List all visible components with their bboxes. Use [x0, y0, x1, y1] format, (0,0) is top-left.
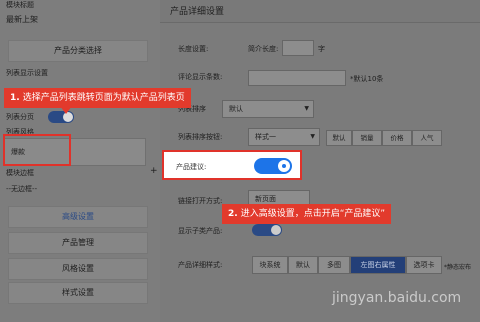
add-icon[interactable]: +: [150, 166, 158, 176]
border-value[interactable]: --无边框--: [6, 184, 37, 194]
chevron-down-icon: ▼: [310, 133, 315, 140]
comment-count-hint: *默认10条: [350, 75, 384, 83]
detail-style-block[interactable]: 块系统: [252, 256, 288, 274]
chevron-down-icon: ▼: [304, 105, 309, 112]
step1-number: 1.: [10, 93, 20, 103]
detail-style-hint: *静态宏布: [444, 264, 472, 271]
step2-callout: 2. 进入高级设置，点击开启“产品建议”: [222, 204, 392, 224]
step1-arrow: [60, 106, 72, 114]
comment-count-input[interactable]: [248, 70, 346, 86]
module-title-label: 模块标题: [6, 1, 34, 9]
show-subcat-label: 显示子类产品:: [178, 227, 223, 235]
link-open-label: 链接打开方式:: [178, 197, 223, 205]
sort-style-select[interactable]: 样式一 ▼: [248, 128, 320, 146]
category-select-button[interactable]: 产品分类选择: [8, 40, 148, 62]
sort-btn-price[interactable]: 价格: [382, 130, 412, 146]
detail-style-left-image[interactable]: 左图右属性: [350, 256, 406, 274]
list-sort-select[interactable]: 默认 ▼: [222, 100, 314, 118]
show-subcat-toggle[interactable]: [252, 224, 282, 236]
step2-number: 2.: [228, 209, 238, 219]
list-paging-label: 列表分页: [6, 113, 34, 121]
detail-style-default[interactable]: 默认: [288, 256, 318, 274]
comment-count-label: 评论显示条数:: [178, 73, 223, 81]
list-sort-value: 默认: [229, 105, 243, 113]
length-label: 长度设置:: [178, 45, 209, 53]
detail-style-multi-image[interactable]: 多图: [318, 256, 350, 274]
detail-style-tabs[interactable]: 选项卡: [406, 256, 442, 274]
sort-btn-default[interactable]: 默认: [326, 130, 352, 146]
sort-style-value: 样式一: [255, 133, 276, 141]
advanced-settings-button[interactable]: 高级设置: [8, 206, 148, 228]
highlight-box-suggest: [162, 150, 302, 180]
sort-btn-sales[interactable]: 销量: [352, 130, 382, 146]
module-border-label: 模块边框: [6, 169, 34, 177]
highlight-box-style: [3, 134, 71, 166]
length-prefix: 简介长度:: [248, 45, 279, 53]
length-input[interactable]: [282, 40, 314, 56]
step1-callout: 1. 选择产品列表跳转页面为默认产品列表页: [4, 88, 191, 108]
dialog-header: 产品详细设置: [160, 0, 480, 23]
watermark: jingyan.baidu.com: [332, 290, 462, 306]
length-unit: 字: [318, 45, 325, 53]
step1-text: 选择产品列表跳转页面为默认产品列表页: [22, 93, 185, 103]
dialog-title: 产品详细设置: [170, 7, 225, 17]
format-settings-button[interactable]: 样式设置: [8, 282, 148, 304]
link-open-value: 新页面: [255, 195, 276, 203]
sort-button-label: 列表排序按钮:: [178, 133, 223, 141]
step2-text: 进入高级设置，点击开启“产品建议”: [240, 209, 386, 219]
sort-btn-popularity[interactable]: 人气: [412, 130, 442, 146]
product-manage-button[interactable]: 产品管理: [8, 232, 148, 254]
detail-style-label: 产品详细样式:: [178, 261, 223, 269]
module-title-value[interactable]: 最新上架: [6, 14, 38, 25]
style-settings-button[interactable]: 风格设置: [8, 258, 148, 280]
list-display-label: 列表显示设置: [6, 69, 48, 77]
